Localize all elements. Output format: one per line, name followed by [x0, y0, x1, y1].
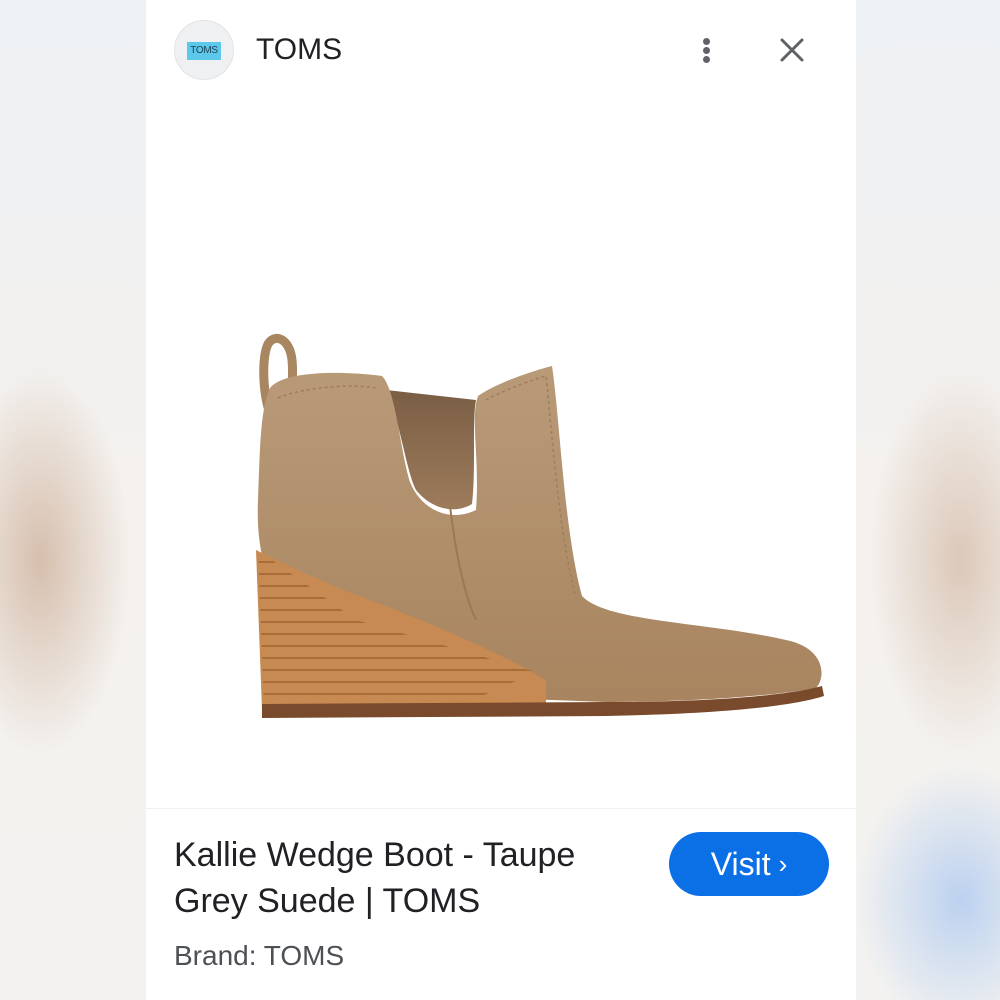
result-card: TOMS TOMS Kallie Wedge Boot - Taupe Grey… [146, 0, 856, 1000]
close-icon[interactable] [774, 32, 810, 68]
product-image[interactable] [186, 300, 826, 740]
site-logo: TOMS [174, 20, 234, 80]
site-name: TOMS [256, 33, 343, 66]
brand-label: Brand: TOMS [174, 940, 345, 971]
visit-label: Visit [710, 846, 771, 882]
site-logo-text: TOMS [187, 42, 221, 60]
more-vert-icon[interactable] [694, 30, 718, 70]
visit-button[interactable]: Visit › [669, 832, 829, 896]
chevron-right-icon: › [778, 849, 788, 879]
product-title[interactable]: Kallie Wedge Boot - Taupe Grey Suede | T… [174, 832, 654, 924]
boot-illustration [256, 334, 824, 718]
divider [146, 808, 856, 809]
screen: TOMS TOMS Kallie Wedge Boot - Taupe Grey… [0, 0, 1000, 1000]
card-header: TOMS TOMS [146, 0, 856, 100]
